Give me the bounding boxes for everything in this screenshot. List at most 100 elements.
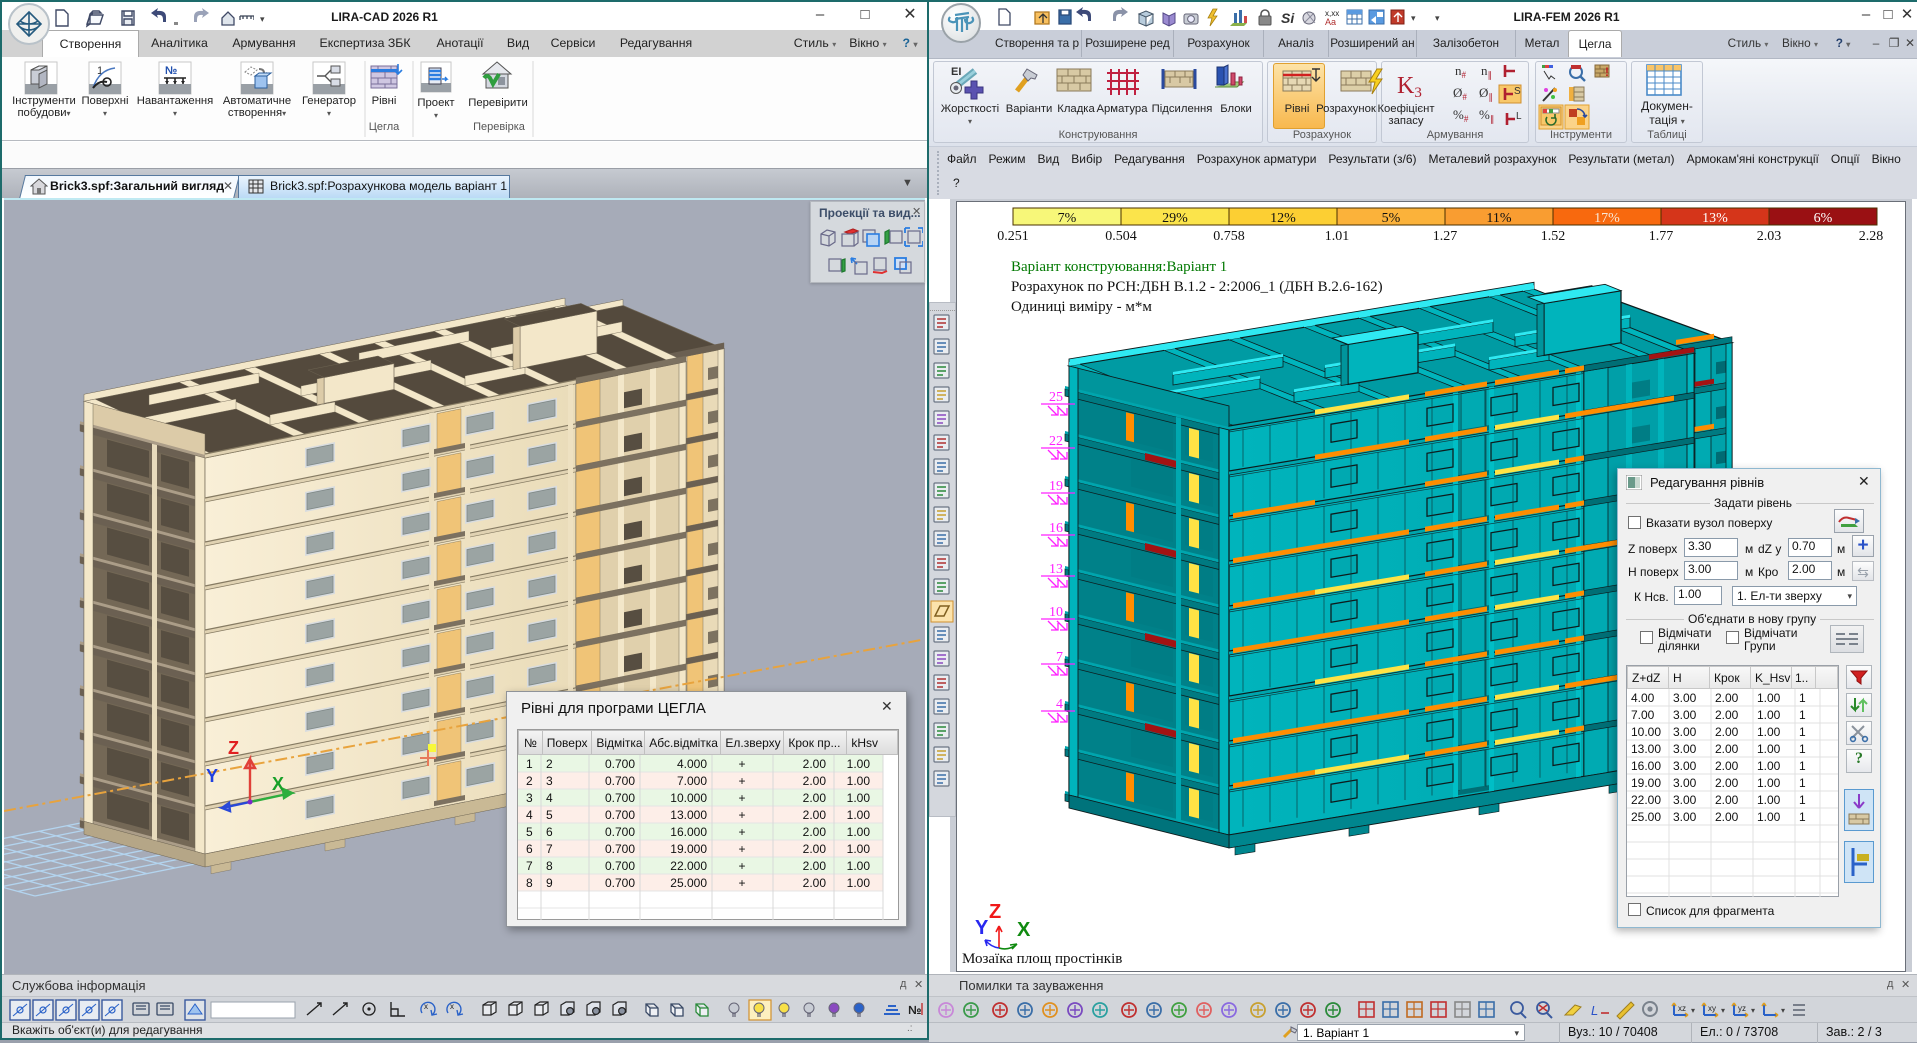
svg-text:Варіант конструювання:Варіант: Варіант конструювання:Варіант 1: [1011, 259, 1227, 275]
svg-text:1.27: 1.27: [1433, 229, 1458, 244]
svg-text:7.000: 7.000: [677, 774, 707, 788]
svg-text:EI: EI: [951, 66, 961, 78]
svg-text:2.00: 2.00: [1715, 759, 1739, 773]
svg-text:2.00: 2.00: [803, 757, 827, 771]
svg-text:16.00: 16.00: [1631, 759, 1661, 773]
svg-text:▾: ▾: [1721, 1006, 1725, 1015]
svg-text:0.700: 0.700: [605, 859, 635, 873]
svg-text:2.03: 2.03: [1757, 229, 1782, 244]
svg-text:n#: n#: [1455, 63, 1467, 80]
svg-text:19.000: 19.000: [670, 842, 707, 856]
svg-text:+: +: [738, 774, 745, 788]
svg-text:2.00: 2.00: [803, 808, 827, 822]
svg-text:3.00: 3.00: [1673, 725, 1697, 739]
svg-text:11%: 11%: [1486, 211, 1511, 226]
svg-text:6%: 6%: [1814, 211, 1833, 226]
svg-text:25: 25: [1049, 390, 1063, 405]
svg-text:4.00: 4.00: [1631, 691, 1655, 705]
svg-text:1.00: 1.00: [847, 825, 871, 839]
svg-text:▾: ▾: [1435, 13, 1440, 23]
svg-text:5: 5: [526, 825, 533, 839]
svg-text:2.00: 2.00: [803, 842, 827, 856]
svg-text:▾: ▾: [1751, 1006, 1755, 1015]
svg-text:Ø#: Ø#: [1453, 85, 1467, 102]
svg-text:1.00: 1.00: [847, 842, 871, 856]
svg-text:+: +: [738, 876, 745, 890]
svg-text:№: №: [908, 1003, 921, 1017]
svg-text:▾: ▾: [1411, 13, 1416, 23]
svg-text:L: L: [1516, 111, 1522, 122]
svg-text:+: +: [738, 808, 745, 822]
svg-text:2.00: 2.00: [1715, 691, 1739, 705]
svg-text:%#: %#: [1453, 107, 1469, 124]
svg-text:n∥: n∥: [1481, 63, 1492, 80]
svg-text:1.77: 1.77: [1649, 229, 1674, 244]
svg-text:Одиниці виміру - м*м: Одиниці виміру - м*м: [1011, 299, 1152, 315]
svg-text:1.00: 1.00: [847, 876, 871, 890]
svg-text:13%: 13%: [1702, 211, 1728, 226]
svg-text:2.00: 2.00: [803, 859, 827, 873]
svg-text:16: 16: [1049, 521, 1063, 536]
svg-text:1.00: 1.00: [847, 808, 871, 822]
svg-text:4.000: 4.000: [677, 757, 707, 771]
svg-text:8: 8: [546, 859, 553, 873]
svg-text:13: 13: [1049, 562, 1063, 577]
svg-text:1.52: 1.52: [1541, 229, 1566, 244]
svg-text:7: 7: [1056, 650, 1063, 665]
svg-text:5%: 5%: [1382, 211, 1401, 226]
svg-text:0.700: 0.700: [605, 791, 635, 805]
svg-text:xy: xy: [1708, 1004, 1716, 1013]
svg-text:2.00: 2.00: [803, 791, 827, 805]
svg-text:Y: Y: [206, 766, 218, 786]
svg-text:Ø∥: Ø∥: [1479, 85, 1493, 102]
svg-text:1: 1: [1799, 691, 1806, 705]
svg-text:10: 10: [1049, 605, 1063, 620]
svg-text:1.00: 1.00: [1757, 810, 1781, 824]
svg-text:22.000: 22.000: [670, 859, 707, 873]
svg-text:29%: 29%: [1162, 211, 1188, 226]
svg-text:4: 4: [1056, 697, 1063, 712]
svg-text:3.00: 3.00: [1673, 810, 1697, 824]
svg-text:2.00: 2.00: [1715, 725, 1739, 739]
svg-text:K3: K3: [1397, 73, 1422, 101]
svg-text:2.00: 2.00: [1715, 708, 1739, 722]
svg-text:x: x: [450, 1002, 454, 1011]
svg-text:!: !: [1605, 65, 1609, 79]
svg-text:22.00: 22.00: [1631, 793, 1661, 807]
svg-text:1.00: 1.00: [847, 757, 871, 771]
svg-text:13.000: 13.000: [670, 808, 707, 822]
svg-text:1.00: 1.00: [847, 791, 871, 805]
svg-text:x: x: [424, 1002, 428, 1011]
svg-text:2.00: 2.00: [803, 825, 827, 839]
svg-text:▾: ▾: [1691, 1006, 1695, 1015]
svg-text:25.00: 25.00: [1631, 810, 1661, 824]
svg-text:1: 1: [1799, 708, 1806, 722]
svg-text:6: 6: [546, 825, 553, 839]
svg-text:0.700: 0.700: [605, 876, 635, 890]
svg-text:5: 5: [546, 808, 553, 822]
svg-text:1: 1: [1799, 810, 1806, 824]
svg-text:0.700: 0.700: [605, 808, 635, 822]
svg-text:3.00: 3.00: [1673, 691, 1697, 705]
svg-text:1: 1: [1799, 793, 1806, 807]
svg-text:2.00: 2.00: [1715, 742, 1739, 756]
svg-text:3.00: 3.00: [1673, 759, 1697, 773]
svg-text:1.00: 1.00: [1757, 708, 1781, 722]
svg-text:2: 2: [526, 774, 533, 788]
svg-text:1: 1: [1799, 742, 1806, 756]
svg-text:0.700: 0.700: [605, 757, 635, 771]
svg-text:3.00: 3.00: [1673, 776, 1697, 790]
svg-text:%∥: %∥: [1479, 107, 1494, 124]
svg-text:12%: 12%: [1270, 211, 1296, 226]
svg-text:19.00: 19.00: [1631, 776, 1661, 790]
svg-text:16.000: 16.000: [670, 825, 707, 839]
svg-text:1: 1: [1799, 759, 1806, 773]
svg-text:7.00: 7.00: [1631, 708, 1655, 722]
svg-text:17%: 17%: [1594, 211, 1620, 226]
svg-text:9: 9: [546, 876, 553, 890]
svg-text:3: 3: [526, 791, 533, 805]
svg-text:Z: Z: [989, 901, 1001, 923]
svg-text:+: +: [738, 757, 745, 771]
svg-text:L: L: [1591, 1003, 1598, 1018]
svg-text:4: 4: [526, 808, 533, 822]
